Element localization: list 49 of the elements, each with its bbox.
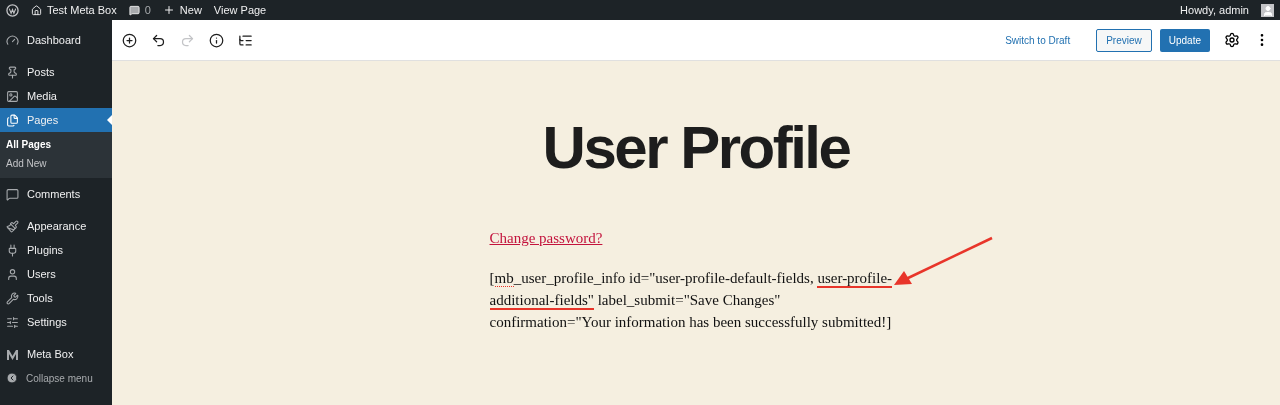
avatar-icon [1261,3,1274,17]
sidebar-item[interactable]: Settings [0,310,112,334]
sidebar-item[interactable]: Meta Box [0,342,112,366]
update-button[interactable]: Update [1159,28,1210,52]
sidebar-item[interactable]: Tools [0,286,112,310]
add-block-button[interactable] [122,32,137,48]
sidebar-item[interactable]: Posts [0,60,112,84]
pages-icon [6,113,19,127]
collapse-icon [6,372,18,384]
user-icon [6,267,19,281]
undo-button[interactable] [151,32,166,48]
account-link[interactable]: Howdy, admin [1180,4,1249,16]
comment-icon [128,4,140,16]
sidebar-item[interactable]: Dashboard [0,28,112,52]
shortcode-line: confirmation="Your information has been successfully submitted!] [489,313,893,332]
page-title[interactable]: User Profile [542,113,850,182]
plug-icon [6,243,19,257]
change-password-link[interactable]: Change password? [489,230,603,246]
comment-icon [6,187,19,201]
pin-icon [6,65,19,79]
sliders-icon [6,315,19,329]
details-button[interactable] [209,32,224,48]
submenu-item[interactable]: Add New [0,155,112,172]
site-link[interactable]: Test Meta Box [31,4,117,16]
sidebar-item[interactable]: Appearance [0,214,112,238]
collapse-menu-button[interactable]: Collapse menu [0,366,112,390]
sidebar-item[interactable]: Comments [0,182,112,206]
submenu-item[interactable]: All Pages [0,136,112,153]
outline-button[interactable] [238,32,253,48]
m-letter-icon [6,347,19,361]
settings-icon[interactable] [1224,32,1240,48]
sidebar-item[interactable]: Pages [0,108,112,132]
home-icon [31,4,42,16]
switch-to-draft-button[interactable]: Switch to Draft [999,33,1077,47]
shortcode-line: additional-fields" label_submit="Save Changes" [489,291,782,311]
image-icon [6,89,19,103]
wordpress-logo-icon[interactable] [6,3,19,17]
sidebar-item[interactable]: Users [0,262,112,286]
preview-button[interactable]: Preview [1096,28,1152,52]
shortcode-line: [mb_user_profile_info id="user-profile-default-fields, user-profile- [489,269,894,289]
view-page-link[interactable]: View Page [213,4,267,16]
wrench-icon [6,291,19,305]
sidebar-item[interactable]: Media [0,84,112,108]
comments-link[interactable]: 0 [128,4,151,16]
dashboard-icon [6,33,19,47]
paintbrush-icon [6,219,19,233]
plus-icon [162,4,175,16]
new-link[interactable]: New [162,4,202,16]
sidebar-item[interactable]: Plugins [0,238,112,262]
